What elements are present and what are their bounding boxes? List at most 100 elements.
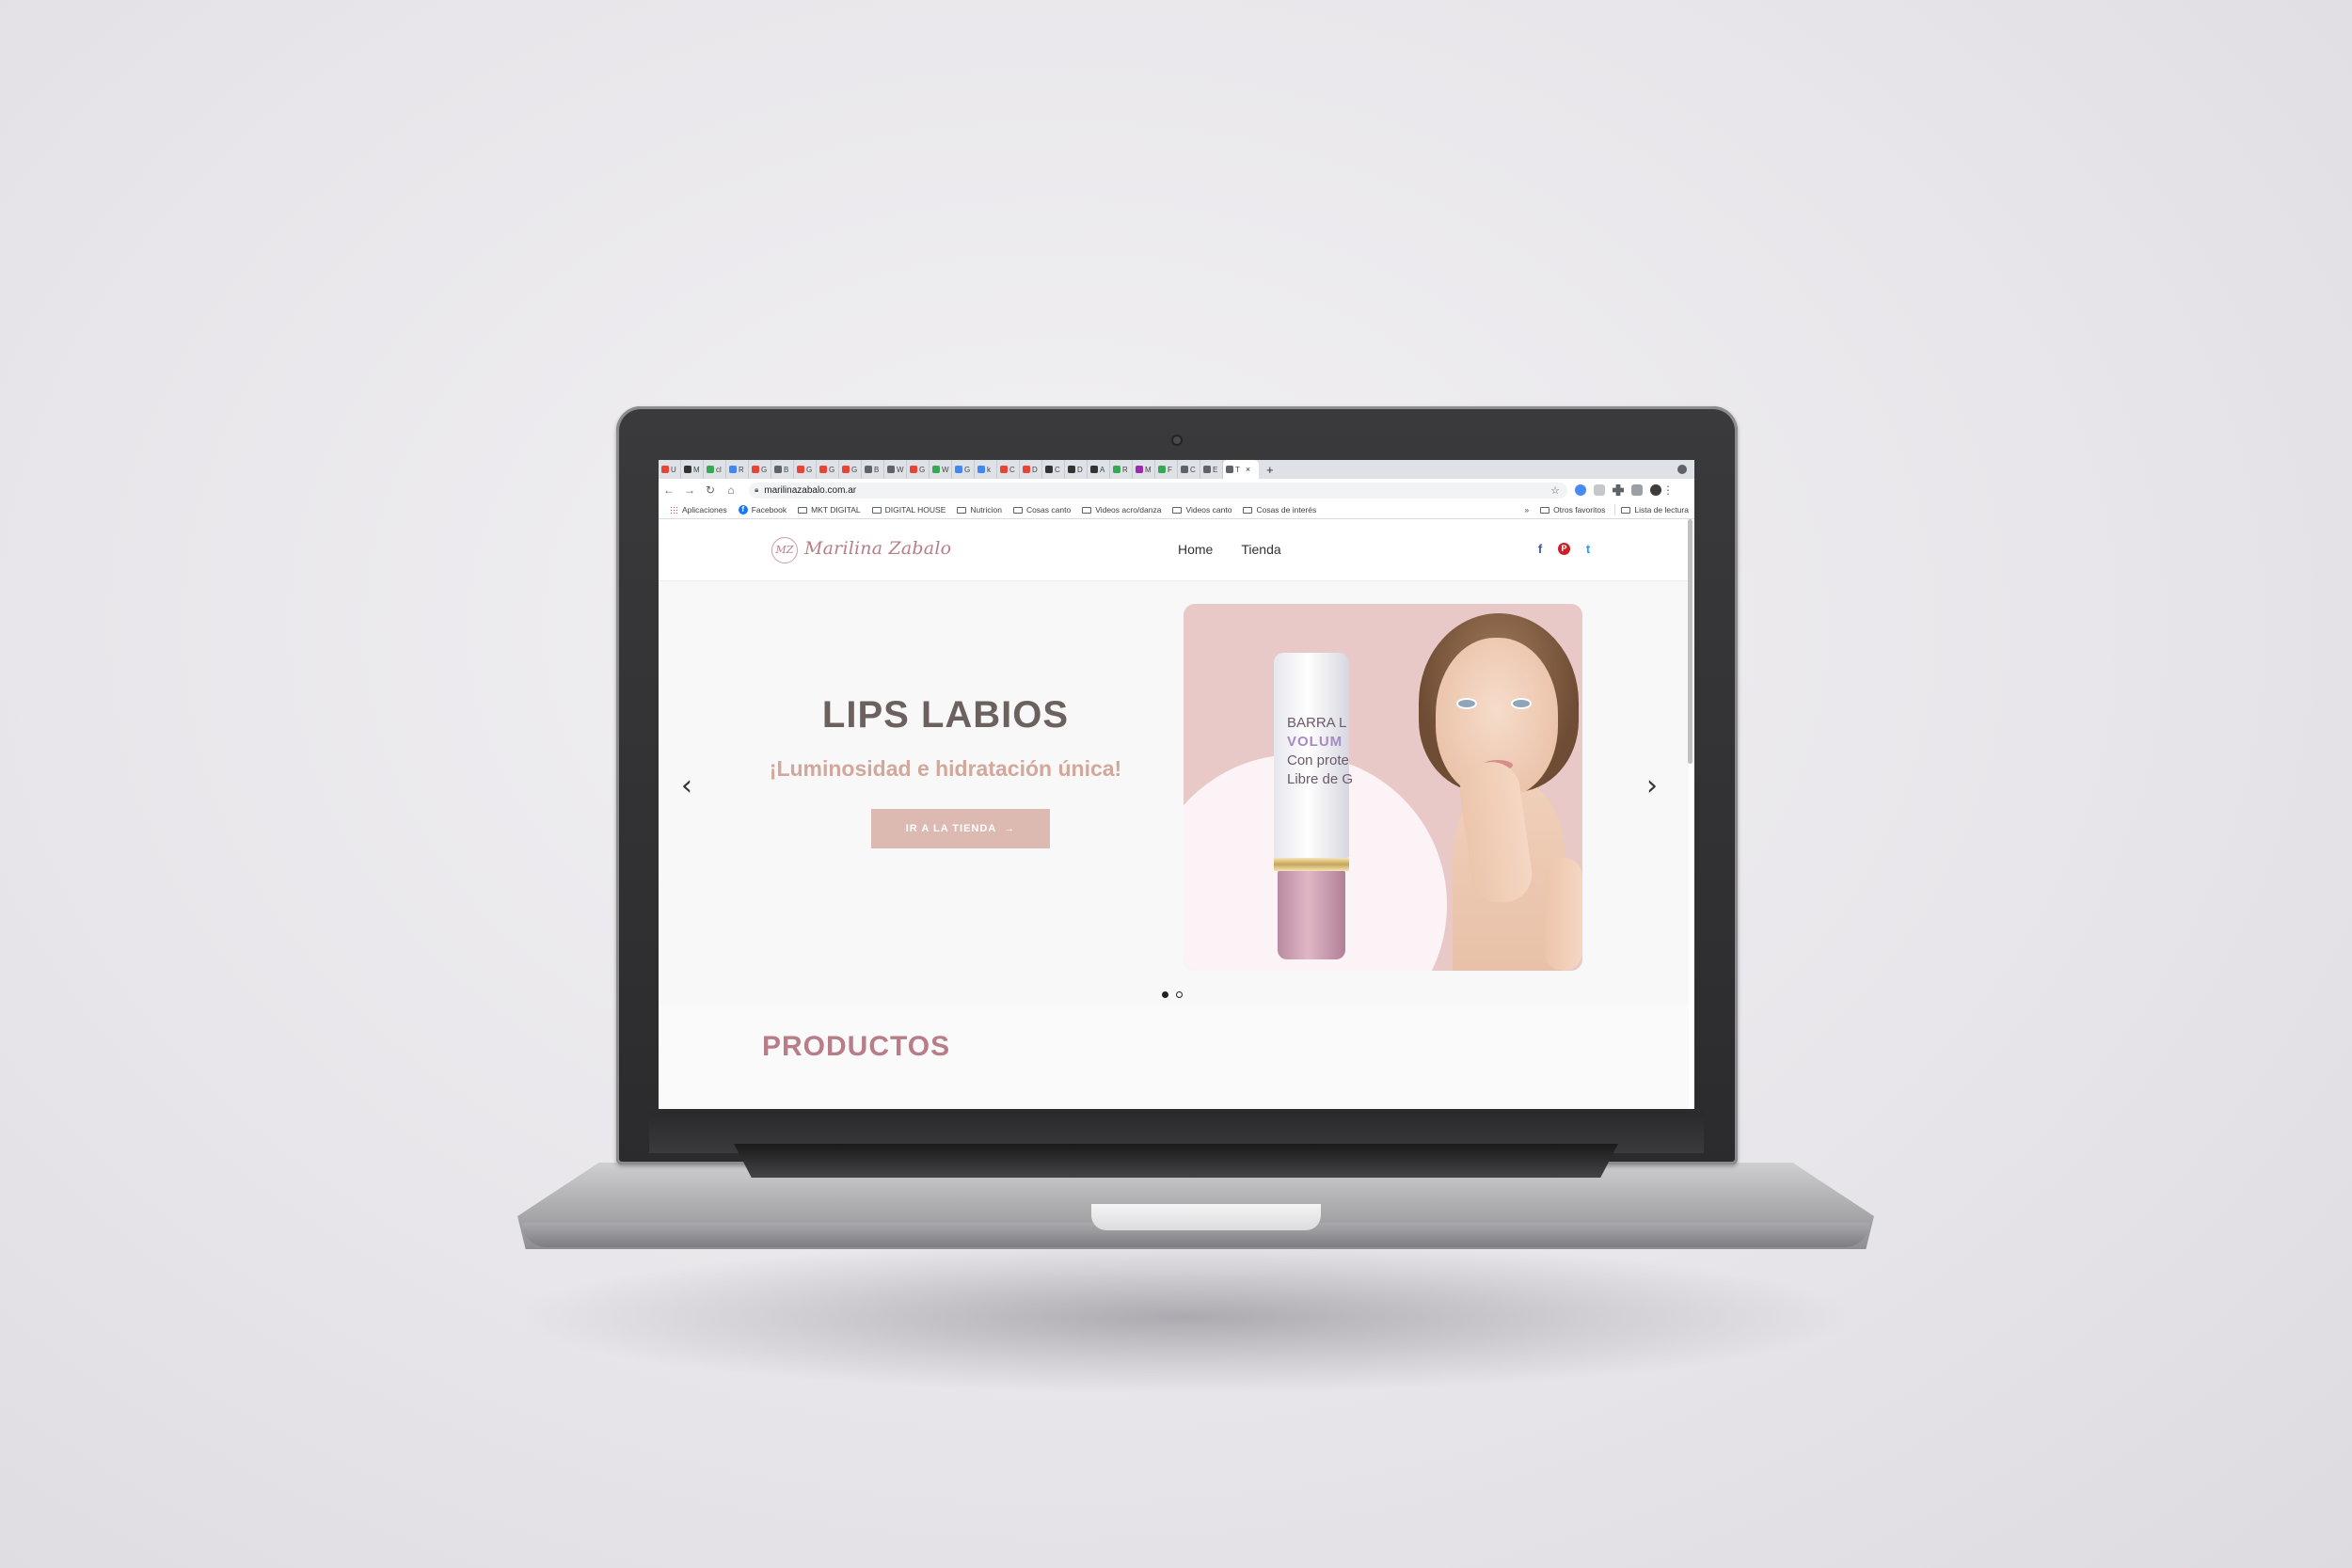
browser-tab[interactable]: cl xyxy=(704,460,726,479)
hero-subtitle: ¡Luminosidad e hidratación única! xyxy=(769,756,1122,781)
forward-button[interactable]: → xyxy=(679,483,700,497)
tab-favicon-icon xyxy=(661,466,669,473)
bookmark-folder[interactable]: DIGITAL HOUSE xyxy=(871,505,946,515)
bookmark-folder[interactable]: Videos acro/danza xyxy=(1082,505,1161,515)
folder-icon xyxy=(957,506,967,514)
puzzle-icon[interactable] xyxy=(1613,484,1624,496)
bookmark-label: Otros favoritos xyxy=(1553,505,1606,515)
browser-tab[interactable]: k xyxy=(975,460,997,479)
bookmark-label: Cosas canto xyxy=(1025,505,1072,515)
bookmark-other-favorites[interactable]: Otros favoritos xyxy=(1540,505,1605,515)
lipstick-product: BARRA L VOLUM Con prote Libre de G xyxy=(1274,653,1353,959)
browser-tab[interactable]: A xyxy=(1088,460,1110,479)
folder-icon xyxy=(1540,506,1550,514)
slider-dot[interactable] xyxy=(1176,991,1183,998)
browser-tab[interactable]: D xyxy=(1020,460,1042,479)
tab-favicon-icon xyxy=(1023,466,1030,473)
menu-item-tienda[interactable]: Tienda xyxy=(1241,542,1280,557)
tab-favicon-icon xyxy=(1226,466,1233,473)
browser-tab[interactable]: C xyxy=(1178,460,1200,479)
browser-tab[interactable]: B xyxy=(771,460,794,479)
browser-tab[interactable]: G xyxy=(952,460,975,479)
close-tab-icon[interactable]: × xyxy=(1246,465,1250,474)
bookmark-folder[interactable]: Nutricion xyxy=(957,505,1002,515)
browser-tab[interactable]: G xyxy=(817,460,839,479)
go-to-store-button[interactable]: IR A LA TIENDA → xyxy=(871,809,1050,848)
browser-tab[interactable]: E xyxy=(1200,460,1223,479)
scrollbar[interactable] xyxy=(1688,519,1692,764)
tab-title: W xyxy=(897,465,904,474)
folder-icon xyxy=(1243,506,1253,514)
bookmarks-overflow-icon[interactable]: » xyxy=(1524,505,1529,515)
browser-tab[interactable]: C xyxy=(997,460,1020,479)
tab-favicon-icon xyxy=(955,466,962,473)
browser-tab[interactable]: D xyxy=(1065,460,1088,479)
tab-title: R xyxy=(739,465,744,474)
tab-title: C xyxy=(1055,465,1060,474)
bookmark-label: DIGITAL HOUSE xyxy=(884,505,946,515)
browser-tab[interactable]: G xyxy=(794,460,817,479)
bookmark-reading-list[interactable]: Lista de lectura xyxy=(1621,505,1689,515)
extension-icon[interactable] xyxy=(1575,484,1586,496)
browser-tab[interactable]: W xyxy=(884,460,907,479)
bookmark-facebook[interactable]: f Facebook xyxy=(738,505,787,515)
facebook-icon[interactable]: f xyxy=(1534,542,1547,556)
browser-tab[interactable]: G xyxy=(839,460,862,479)
back-button[interactable]: ← xyxy=(659,483,679,497)
extension-icon[interactable] xyxy=(1594,484,1605,496)
tab-title: T xyxy=(1235,465,1240,474)
browser-tab[interactable]: F xyxy=(1155,460,1178,479)
bookmark-star-icon[interactable]: ☆ xyxy=(1550,484,1560,497)
menu-item-home[interactable]: Home xyxy=(1178,542,1213,557)
avatar[interactable] xyxy=(1650,484,1661,496)
tab-favicon-icon xyxy=(684,466,691,473)
browser-tab[interactable]: G xyxy=(749,460,771,479)
browser-tab[interactable]: M xyxy=(681,460,704,479)
twitter-icon[interactable]: t xyxy=(1581,542,1595,556)
browser-tab-active[interactable]: T × xyxy=(1223,460,1259,479)
tab-favicon-icon xyxy=(1000,466,1008,473)
logo-text[interactable]: Marilina Zabalo xyxy=(804,538,951,559)
reading-list-icon xyxy=(1621,506,1631,514)
chevron-left-icon[interactable]: ‹ xyxy=(681,769,692,802)
bookmark-folder[interactable]: MKT DIGITAL xyxy=(798,505,861,515)
apps-grid-icon xyxy=(670,505,678,515)
kebab-menu-icon[interactable]: ⋮ xyxy=(1661,483,1675,497)
home-button[interactable]: ⌂ xyxy=(721,483,741,497)
tab-favicon-icon xyxy=(865,466,872,473)
products-section: PRODUCTOS xyxy=(659,1005,1689,1109)
social-links: f P t xyxy=(1534,542,1595,556)
slider-dot-active[interactable] xyxy=(1162,991,1168,998)
tab-title: E xyxy=(1213,465,1218,474)
bookmark-folder[interactable]: Cosas de interés xyxy=(1243,505,1316,515)
browser-tab[interactable]: W xyxy=(930,460,952,479)
folder-icon xyxy=(798,506,808,514)
browser-tab[interactable]: R xyxy=(726,460,749,479)
arrow-right-icon: → xyxy=(1004,823,1016,834)
browser-tab[interactable]: U xyxy=(659,460,681,479)
laptop-hinge xyxy=(734,1144,1618,1178)
logo-mark[interactable]: MZ xyxy=(771,537,798,563)
tab-search-icon[interactable] xyxy=(1677,465,1687,474)
new-tab-button[interactable]: + xyxy=(1266,463,1274,477)
bookmark-folder[interactable]: Videos canto xyxy=(1172,505,1232,515)
pinterest-icon[interactable]: P xyxy=(1558,543,1570,555)
main-menu: Home Tienda xyxy=(1178,542,1281,557)
browser-tab[interactable]: R xyxy=(1110,460,1133,479)
tab-title: D xyxy=(1032,465,1038,474)
address-bar[interactable]: 🔒︎ marilinazabalo.com.ar ☆ xyxy=(749,482,1567,499)
chevron-right-icon[interactable]: › xyxy=(1646,769,1658,802)
bookmark-folder[interactable]: Cosas canto xyxy=(1012,505,1072,515)
tab-title: G xyxy=(829,465,835,474)
tube-text-line: Con prote xyxy=(1287,752,1349,768)
browser-tab[interactable]: M xyxy=(1133,460,1155,479)
tab-title: G xyxy=(964,465,971,474)
browser-tab[interactable]: G xyxy=(907,460,930,479)
browser-tab[interactable]: B xyxy=(862,460,884,479)
reload-button[interactable]: ↻ xyxy=(700,483,721,497)
bookmark-apps[interactable]: Aplicaciones xyxy=(670,505,727,515)
reading-mode-icon[interactable] xyxy=(1631,484,1643,496)
slider-dots xyxy=(1162,991,1183,998)
browser-tab[interactable]: C xyxy=(1042,460,1065,479)
bookmark-label: MKT DIGITAL xyxy=(811,505,861,515)
